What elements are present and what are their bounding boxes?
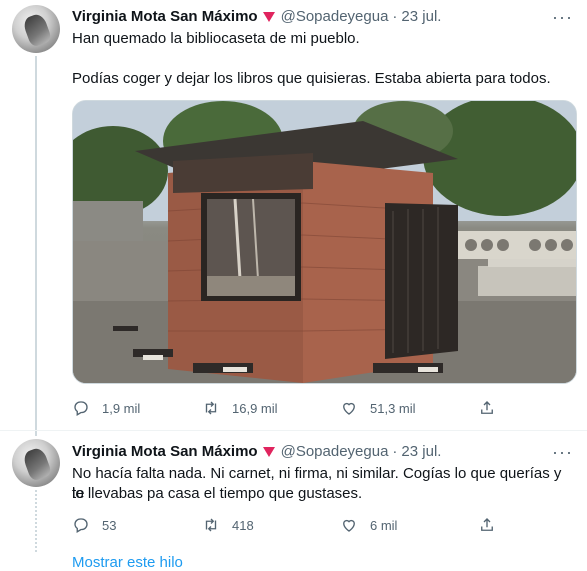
avatar[interactable] [12,5,60,53]
reply-icon [74,518,88,533]
tweet-text-line-1: Han quemado la bibliocaseta de mi pueblo… [72,30,360,47]
retweet-button[interactable]: 16,9 mil [202,396,278,420]
tweet-photo[interactable] [72,100,577,384]
red-triangle-icon [262,447,275,457]
retweet-button[interactable]: 418 [202,513,254,537]
tweet-separator [0,430,587,431]
reply-icon [74,401,88,416]
thread-line [35,56,37,436]
like-button[interactable]: 51,3 mil [340,396,416,420]
burned-book-hut-image [73,101,576,383]
share-button[interactable] [478,513,508,537]
like-count: 51,3 mil [370,400,416,416]
thread-line [35,490,37,552]
reply-button[interactable]: 53 [72,513,116,537]
author-handle[interactable]: @Sopadeyegua [281,8,389,25]
tweet-actions: 53 418 6 mil [72,513,502,537]
tweet-header: Virginia Mota San Máximo @Sopadeyegua · … [72,6,441,26]
more-icon[interactable]: ··· [552,443,573,461]
tweet-text-line-2: lo llevabas pa casa el tiempo que gustas… [72,485,363,502]
avatar[interactable] [12,439,60,487]
tweet-header: Virginia Mota San Máximo @Sopadeyegua · … [72,441,441,461]
retweet-count: 16,9 mil [232,400,278,416]
tweet-actions: 1,9 mil 16,9 mil 51,3 mil [72,396,502,420]
retweet-count: 418 [232,517,254,533]
share-button[interactable] [478,396,508,420]
reply-button[interactable]: 1,9 mil [72,396,140,420]
tweet-date[interactable]: 23 jul. [401,8,441,25]
author-handle[interactable]: @Sopadeyegua [281,443,389,460]
author-name[interactable]: Virginia Mota San Máximo [72,443,258,460]
like-icon [343,402,355,415]
more-icon[interactable]: ··· [552,8,573,26]
retweet-icon [205,401,217,415]
retweet-icon [205,518,217,532]
red-triangle-icon [262,12,275,22]
separator-dot: · [392,7,398,25]
author-name[interactable]: Virginia Mota San Máximo [72,8,258,25]
like-icon [343,519,355,532]
tweet-text-line-2: Podías coger y dejar los libros que quis… [72,70,551,87]
like-button[interactable]: 6 mil [340,513,397,537]
share-icon [481,401,493,414]
reply-count: 1,9 mil [102,400,141,416]
tweet-date[interactable]: 23 jul. [401,443,441,460]
reply-count: 53 [102,517,117,533]
share-icon [481,518,493,531]
like-count: 6 mil [370,517,398,533]
separator-dot: · [392,442,398,460]
